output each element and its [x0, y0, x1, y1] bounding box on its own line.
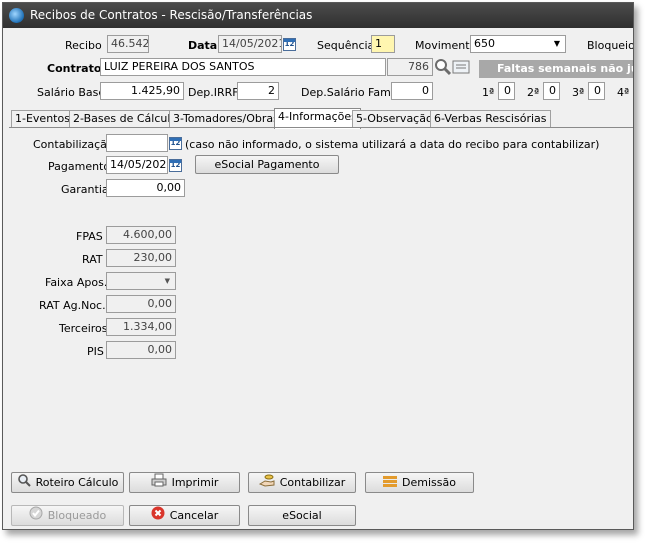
- magnifier-icon: [17, 473, 31, 493]
- week-3-label: 3ª: [572, 86, 585, 99]
- movimento-select[interactable]: 650 ▼: [470, 35, 566, 53]
- contabilizar-label: Contabilizar: [279, 476, 346, 489]
- cancelar-label: Cancelar: [169, 509, 219, 522]
- chevron-down-icon: ▼: [553, 39, 560, 48]
- check-circle-icon: [29, 506, 43, 526]
- tab-verbas-rescisorias[interactable]: 6-Verbas Rescisórias: [430, 110, 551, 128]
- recibo-label: Recibo: [65, 39, 102, 52]
- week-3-field[interactable]: 0: [588, 82, 605, 100]
- rat-label: RAT: [82, 253, 103, 266]
- contabilizacao-calendar-icon[interactable]: 12: [169, 137, 182, 150]
- rat-field[interactable]: 230,00: [106, 249, 176, 267]
- garantia-field[interactable]: 0,00: [106, 179, 185, 197]
- fpas-label: FPAS: [76, 230, 103, 243]
- terceiros-field[interactable]: 1.334,00: [106, 318, 176, 336]
- printer-icon: [151, 473, 167, 493]
- contabilizar-button[interactable]: Contabilizar: [248, 472, 356, 493]
- demissao-button[interactable]: Demissão: [365, 472, 474, 493]
- chevron-down-icon: ▼: [164, 277, 170, 285]
- tab-informacoes[interactable]: 4-Informações: [274, 108, 361, 129]
- recibo-field[interactable]: 46.542: [107, 35, 149, 53]
- sequencia-field[interactable]: 1: [371, 35, 395, 53]
- pis-field[interactable]: 0,00: [106, 341, 176, 359]
- contabilizacao-hint: (caso não informado, o sistema utilizará…: [185, 138, 600, 151]
- app-logo-icon: [9, 8, 24, 23]
- cancel-icon: [151, 506, 165, 526]
- contrato-label: Contrato: [47, 62, 102, 75]
- esocial-pagamento-button[interactable]: eSocial Pagamento: [195, 155, 339, 174]
- data-label: Data: [188, 39, 218, 52]
- movimento-value: 650: [474, 37, 495, 50]
- faixa-apos-label: Faixa Apos.: [45, 276, 108, 289]
- week-2-field[interactable]: 0: [543, 82, 560, 100]
- tab-bases-calculo[interactable]: 2-Bases de Cálculo: [69, 110, 182, 128]
- dep-salfam-label: Dep.Salário Fam.: [301, 86, 395, 99]
- pagamento-label: Pagamento: [48, 160, 111, 173]
- bloqueado-button[interactable]: Bloqueado: [11, 505, 124, 526]
- pagamento-calendar-icon[interactable]: 12: [169, 159, 182, 172]
- bloqueado-label: Bloqueado: [47, 509, 107, 522]
- dep-salfam-field[interactable]: 0: [391, 82, 433, 100]
- terceiros-label: Terceiros: [59, 322, 108, 335]
- dep-irrf-field[interactable]: 2: [237, 82, 279, 100]
- list-icon: [383, 474, 398, 493]
- hand-coins-icon: [258, 473, 275, 493]
- contrato-field[interactable]: LUIZ PEREIRA DOS SANTOS: [100, 58, 386, 76]
- week-1-field[interactable]: 0: [498, 82, 515, 100]
- fpas-field[interactable]: 4.600,00: [106, 226, 176, 244]
- salario-base-field[interactable]: 1.425,90: [100, 82, 184, 100]
- dep-irrf-label: Dep.IRRF: [188, 86, 239, 99]
- week-1-label: 1ª: [482, 86, 495, 99]
- week-4-label: 4ª: [617, 86, 630, 99]
- tab-tomadores-obras[interactable]: 3-Tomadores/Obras: [169, 110, 283, 128]
- esocial-button[interactable]: eSocial: [248, 505, 356, 526]
- contrato-lookup-button[interactable]: [433, 57, 471, 77]
- title-bar: Recibos de Contratos - Rescisão/Transfer…: [3, 3, 633, 28]
- rat-agnoc-label: RAT Ag.Noc.: [39, 299, 106, 312]
- tab-observacao[interactable]: 5-Observação: [352, 110, 437, 128]
- tab-divider: [9, 127, 633, 128]
- roteiro-calculo-label: Roteiro Cálculo: [35, 476, 119, 489]
- garantia-label: Garantia: [61, 183, 109, 196]
- contrato-code-field[interactable]: 786: [387, 58, 433, 76]
- contabilizacao-field[interactable]: [106, 134, 168, 152]
- bloqueio-label: Bloqueio: [587, 39, 634, 52]
- imprimir-button[interactable]: Imprimir: [129, 472, 240, 493]
- week-2-label: 2ª: [527, 86, 540, 99]
- window-title: Recibos de Contratos - Rescisão/Transfer…: [30, 8, 313, 22]
- sequencia-label: Sequência: [317, 39, 375, 52]
- faltas-banner: Faltas semanais não jus: [479, 60, 633, 78]
- data-field[interactable]: 14/05/2021: [218, 35, 282, 53]
- data-calendar-icon[interactable]: 12: [283, 38, 296, 51]
- pis-label: PIS: [87, 345, 104, 358]
- roteiro-calculo-button[interactable]: Roteiro Cálculo: [11, 472, 124, 493]
- tab-eventos[interactable]: 1-Eventos: [11, 110, 74, 128]
- contabilizacao-label: Contabilização: [33, 138, 114, 151]
- imprimir-label: Imprimir: [171, 476, 219, 489]
- movimento-label: Movimento: [415, 39, 477, 52]
- rat-agnoc-field[interactable]: 0,00: [106, 295, 176, 313]
- dialog-window: Recibos de Contratos - Rescisão/Transfer…: [2, 2, 634, 530]
- pagamento-field[interactable]: 14/05/2021: [106, 156, 168, 174]
- search-icon: [435, 59, 470, 76]
- demissao-label: Demissão: [402, 476, 456, 489]
- cancelar-button[interactable]: Cancelar: [129, 505, 240, 526]
- salario-base-label: Salário Base: [37, 86, 106, 99]
- faixa-apos-select[interactable]: ▼: [106, 272, 176, 290]
